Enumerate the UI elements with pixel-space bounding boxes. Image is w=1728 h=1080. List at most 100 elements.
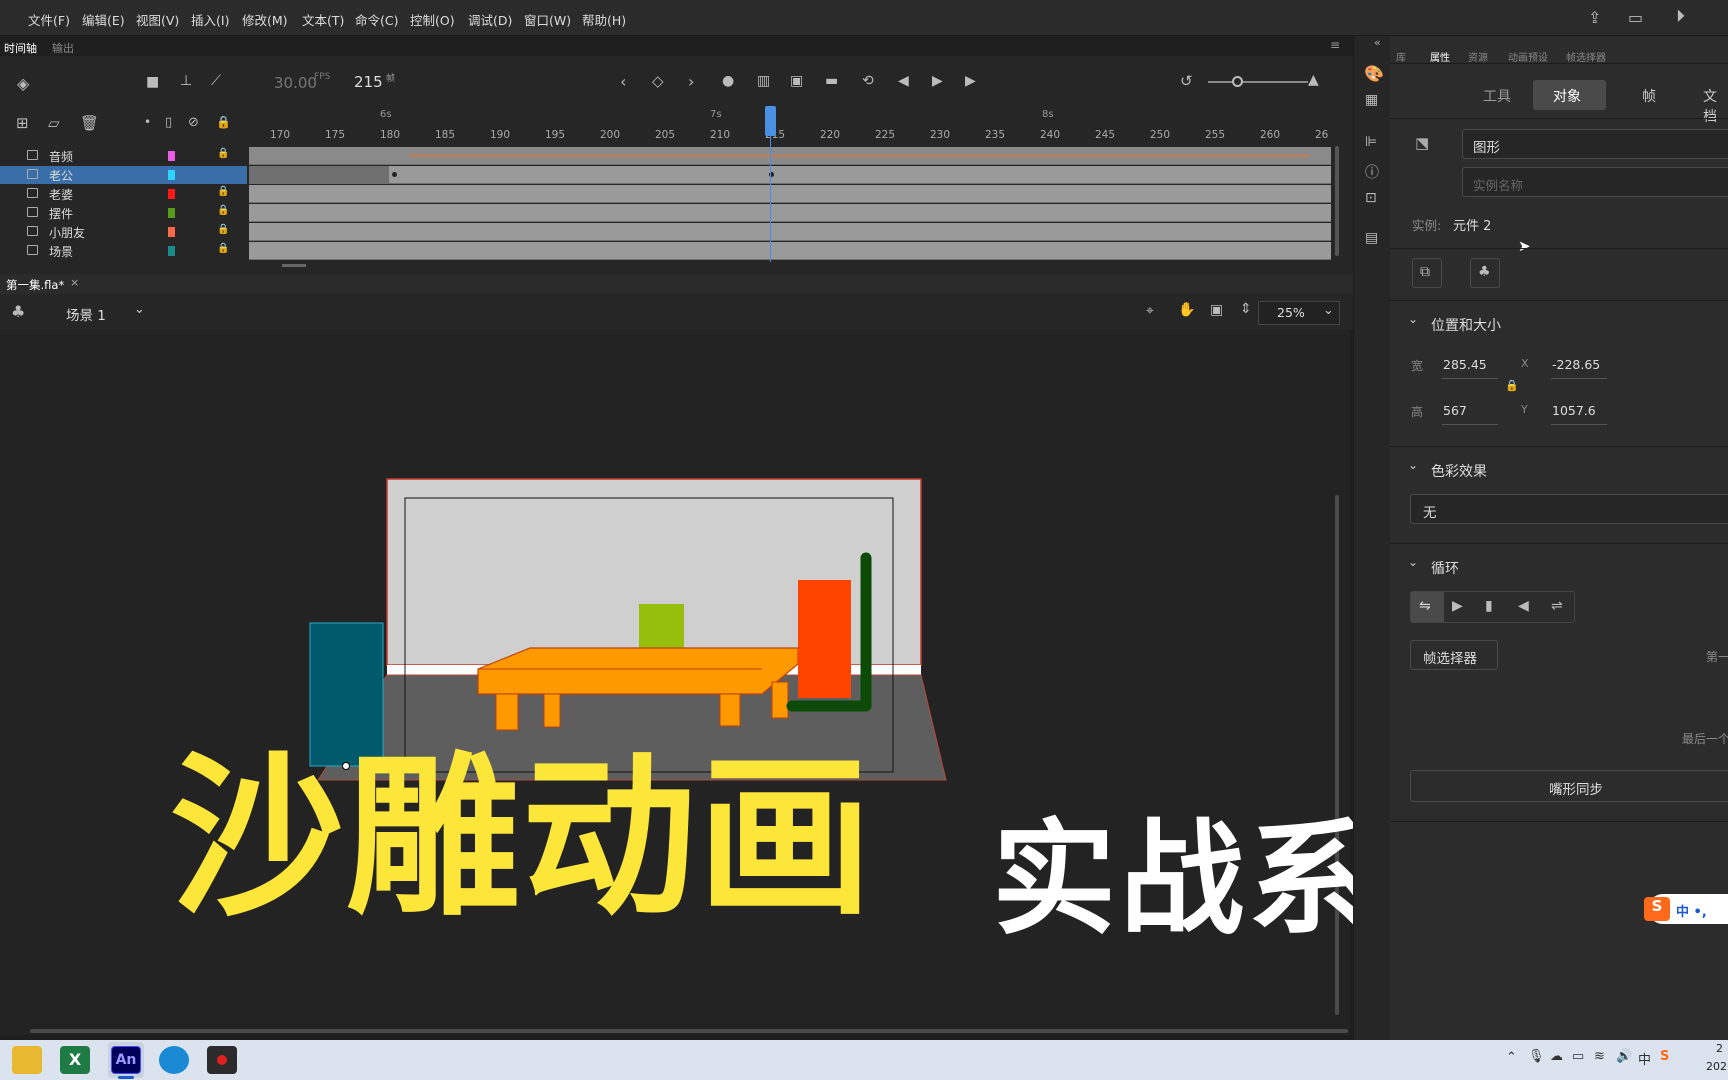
- prev-keyframe-icon[interactable]: ‹: [620, 72, 626, 91]
- hand-icon[interactable]: ✋: [1178, 302, 1195, 318]
- current-frame[interactable]: 215: [354, 73, 383, 91]
- new-layer-icon[interactable]: ⊞: [16, 114, 29, 132]
- lock-icon[interactable]: 🔒: [217, 186, 229, 197]
- section-position-size[interactable]: 位置和大小: [1431, 315, 1501, 335]
- test-movie-icon[interactable]: ⏵: [1676, 6, 1685, 27]
- tab-assets[interactable]: 资源: [1468, 49, 1488, 64]
- battery-icon[interactable]: ▭: [1572, 1049, 1584, 1064]
- cloud-icon[interactable]: ☁: [1550, 1049, 1563, 1064]
- layer-row-selected[interactable]: 老公: [0, 166, 247, 184]
- scene-icon[interactable]: ♣: [11, 302, 25, 321]
- clock-date[interactable]: 202: [1706, 1060, 1727, 1073]
- playhead[interactable]: [765, 106, 776, 136]
- y-value[interactable]: 1057.6: [1552, 403, 1596, 418]
- center-frame-icon[interactable]: ▬: [825, 73, 838, 89]
- recorder-icon[interactable]: [207, 1046, 237, 1074]
- insert-keyframe-icon[interactable]: ◇: [652, 72, 664, 90]
- tab-frame-picker[interactable]: 帧选择器: [1566, 49, 1606, 64]
- onion-skin-icon[interactable]: ●: [722, 73, 734, 89]
- loop-icon[interactable]: ⇋: [1419, 598, 1431, 614]
- tab-motion-presets[interactable]: 动画预设: [1508, 49, 1548, 64]
- chevron-down-icon[interactable]: ⌄: [1408, 458, 1418, 472]
- section-loop[interactable]: 循环: [1431, 558, 1459, 578]
- menu-command[interactable]: 命令(C): [355, 10, 398, 29]
- subtab-tools[interactable]: 工具: [1483, 86, 1511, 106]
- file-explorer-icon[interactable]: [12, 1046, 42, 1074]
- menu-view[interactable]: 视图(V): [136, 10, 179, 29]
- layer-row[interactable]: 小朋友 🔒: [0, 223, 247, 241]
- chevron-down-icon[interactable]: ⌄: [1408, 555, 1418, 569]
- sogou-tray-icon[interactable]: S: [1660, 1049, 1669, 1064]
- edit-multiple-icon[interactable]: ▣: [790, 73, 803, 89]
- tab-timeline[interactable]: 时间轴: [4, 40, 37, 56]
- close-tab-icon[interactable]: ×: [70, 276, 79, 289]
- frame-picker-button[interactable]: 帧选择器: [1410, 640, 1498, 670]
- step-forward-icon[interactable]: ▶: [965, 73, 976, 89]
- width-value[interactable]: 285.45: [1443, 357, 1487, 372]
- zoom-mountain-icon[interactable]: ▲: [1308, 72, 1319, 88]
- edit-symbol-button[interactable]: ♣: [1470, 258, 1500, 288]
- lip-sync-button[interactable]: 嘴形同步: [1410, 770, 1728, 802]
- frame-row[interactable]: [249, 166, 1331, 184]
- menu-control[interactable]: 控制(O): [410, 10, 455, 29]
- instance-value[interactable]: 元件 2: [1453, 215, 1491, 234]
- symbol-type-select[interactable]: 图形: [1462, 129, 1728, 159]
- layer-row[interactable]: 老婆 🔒: [0, 185, 247, 203]
- fit-stage-icon[interactable]: ▣: [1210, 302, 1223, 318]
- excel-icon[interactable]: X: [60, 1046, 90, 1074]
- collapse-icon[interactable]: «: [1374, 36, 1381, 49]
- menu-file[interactable]: 文件(F): [28, 10, 70, 29]
- animate-icon[interactable]: An: [111, 1046, 141, 1074]
- new-folder-icon[interactable]: ▱: [48, 114, 60, 132]
- scene-dropdown-icon[interactable]: ⌄: [134, 302, 145, 317]
- menu-edit[interactable]: 编辑(E): [82, 10, 125, 29]
- layers-icon[interactable]: ◈: [17, 74, 29, 93]
- height-value[interactable]: 567: [1443, 403, 1467, 418]
- menu-help[interactable]: 帮助(H): [582, 10, 626, 29]
- layer-row[interactable]: 场景 🔒: [0, 242, 247, 260]
- workspace-icon[interactable]: ▭: [1628, 8, 1643, 27]
- undo-zoom-icon[interactable]: ↺: [1180, 72, 1193, 90]
- hide-icon[interactable]: ⊘: [188, 115, 199, 130]
- center-stage-icon[interactable]: ⇕: [1240, 301, 1252, 317]
- subtab-document[interactable]: 文档: [1703, 86, 1728, 126]
- loop-icon[interactable]: ⟲: [862, 73, 874, 89]
- keyframe[interactable]: [392, 172, 397, 177]
- tab-library[interactable]: 库: [1396, 49, 1406, 64]
- graph-icon[interactable]: ⟋: [211, 73, 221, 89]
- swap-symbol-button[interactable]: ⧉: [1412, 258, 1442, 288]
- ime-toolbar[interactable]: S 中 •,: [1644, 894, 1728, 924]
- frame-row[interactable]: [249, 204, 1331, 222]
- color-effect-select[interactable]: 无: [1410, 494, 1728, 524]
- x-value[interactable]: -228.65: [1552, 357, 1600, 372]
- outline-icon[interactable]: ▯: [165, 115, 172, 130]
- camera-icon[interactable]: ■: [146, 74, 159, 90]
- frame-row[interactable]: [249, 242, 1331, 260]
- frame-row[interactable]: [249, 223, 1331, 241]
- zoom-slider[interactable]: [1208, 81, 1308, 83]
- snap-icon[interactable]: ⌖: [1146, 303, 1154, 319]
- frame-row[interactable]: [249, 185, 1331, 203]
- onion-outline-icon[interactable]: ▥: [757, 73, 770, 89]
- lock-icon[interactable]: 🔒: [217, 224, 229, 235]
- play-icon[interactable]: ▶: [932, 73, 943, 89]
- menu-text[interactable]: 文本(T): [302, 10, 344, 29]
- single-frame-icon[interactable]: ▮: [1485, 598, 1493, 614]
- share-icon[interactable]: ⇪: [1588, 8, 1601, 27]
- doc-tab[interactable]: 第一集.fla*: [6, 277, 64, 293]
- stage-hscroll[interactable]: [30, 1029, 1348, 1033]
- section-color-effect[interactable]: 色彩效果: [1431, 461, 1487, 481]
- instance-name-input[interactable]: 实例名称: [1462, 167, 1728, 197]
- delete-layer-icon[interactable]: 🗑: [80, 114, 99, 132]
- timeline-vscroll[interactable]: [1335, 146, 1339, 256]
- highlight-icon[interactable]: •: [144, 115, 151, 129]
- scene-name[interactable]: 场景 1: [66, 304, 106, 324]
- align-icon[interactable]: ⊫: [1365, 134, 1377, 150]
- menu-modify[interactable]: 修改(M): [242, 10, 288, 29]
- microphone-icon[interactable]: 🎙: [1528, 1049, 1545, 1064]
- zoom-select[interactable]: 25% ⌄: [1258, 301, 1340, 325]
- info-icon[interactable]: ⓘ: [1365, 162, 1379, 182]
- menu-window[interactable]: 窗口(W): [524, 10, 571, 29]
- subtab-object[interactable]: 对象: [1553, 86, 1581, 106]
- frame-row-audio[interactable]: [249, 147, 1331, 165]
